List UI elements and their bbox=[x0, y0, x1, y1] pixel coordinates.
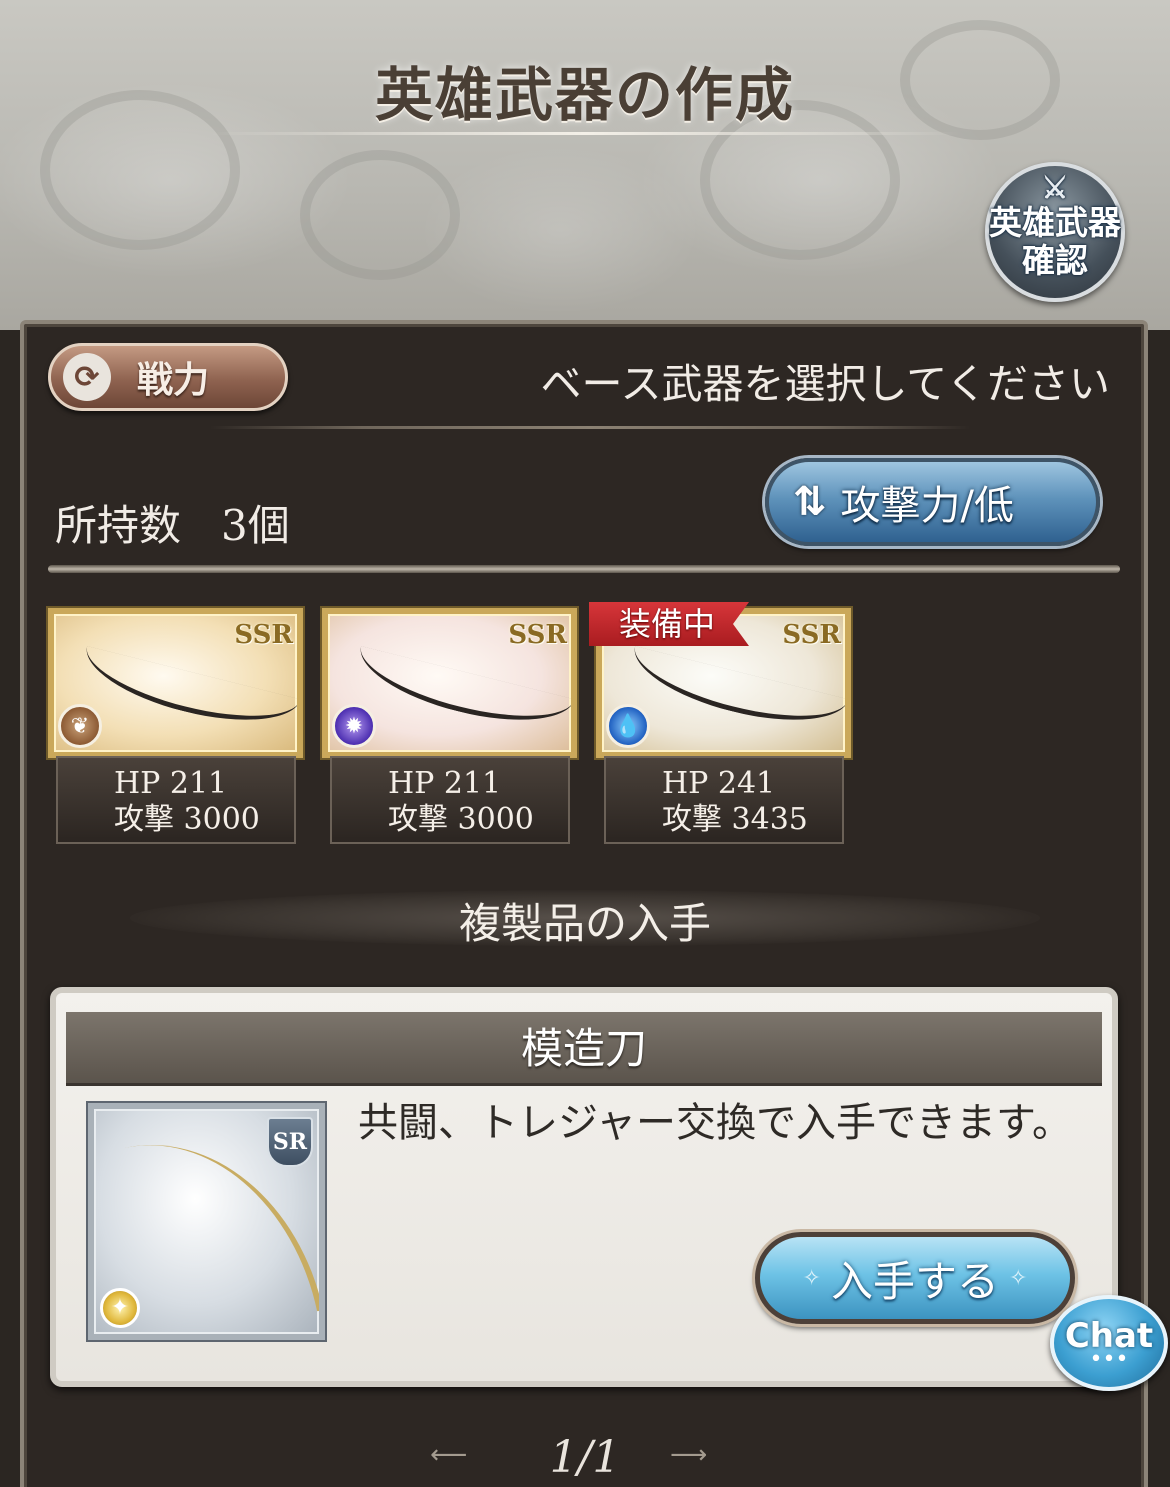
sort-arrows-icon: ⇅ bbox=[793, 479, 827, 525]
replica-description: 共闘、トレジャー交換で入手できます。 bbox=[358, 1100, 1072, 1146]
obtain-button[interactable]: ✧ 入手する ✧ bbox=[755, 1232, 1075, 1324]
ornament-left-icon: ✧ bbox=[802, 1265, 821, 1291]
water-element-icon: 💧 bbox=[606, 704, 650, 748]
replica-thumbnail: SR ✦ bbox=[88, 1103, 325, 1340]
hero-check-label-line1: 英雄武器 bbox=[989, 203, 1121, 242]
rarity-badge: SSR bbox=[782, 620, 841, 650]
weapon-card[interactable]: SSR ❦ HP 211 攻撃 3000 bbox=[48, 608, 303, 844]
replica-name: 模造刀 bbox=[520, 1024, 647, 1073]
sr-rarity-badge: SR bbox=[267, 1117, 313, 1167]
power-label: 戦力 bbox=[137, 360, 210, 401]
ornament-swirl bbox=[300, 150, 460, 280]
katana-image bbox=[625, 645, 845, 739]
weapon-thumbnail: SSR ✹ bbox=[322, 608, 577, 758]
weapon-attack: 攻撃 3000 bbox=[388, 802, 534, 837]
sort-button[interactable]: ⇅ 攻撃力/低 bbox=[765, 458, 1100, 546]
title-divider bbox=[210, 132, 960, 135]
equipped-badge: 装備中 bbox=[589, 602, 749, 646]
page-indicator: 1/1 bbox=[549, 1432, 621, 1483]
weapon-card[interactable]: SSR ✹ HP 211 攻撃 3000 bbox=[322, 608, 577, 844]
obtain-label: 入手する bbox=[830, 1256, 999, 1306]
light-element-icon: ✦ bbox=[100, 1288, 140, 1328]
chat-dots-icon: ••• bbox=[1089, 1347, 1129, 1372]
sort-label: 攻撃力/低 bbox=[840, 483, 1014, 529]
owned-value: 3個 bbox=[221, 501, 290, 550]
hero-weapon-check-button[interactable]: ⚔ 英雄武器 確認 bbox=[985, 162, 1125, 302]
page-title: 英雄武器の作成 bbox=[374, 61, 795, 129]
weapon-thumbnail: SSR ❦ bbox=[48, 608, 303, 758]
replica-section-title: 複製品の入手 bbox=[458, 899, 711, 948]
weapon-stats: HP 211 攻撃 3000 bbox=[330, 756, 570, 844]
weapon-stats: HP 241 攻撃 3435 bbox=[604, 756, 844, 844]
katana-image bbox=[351, 645, 571, 739]
owned-label: 所持数 bbox=[55, 501, 182, 550]
rarity-badge: SSR bbox=[234, 620, 293, 650]
weapon-attack: 攻撃 3435 bbox=[662, 802, 808, 837]
weapon-hp: HP 211 bbox=[114, 766, 228, 801]
dark-element-icon: ✹ bbox=[332, 704, 376, 748]
weapon-hp: HP 211 bbox=[388, 766, 502, 801]
cycle-icon: ⟳ bbox=[63, 353, 111, 401]
ornament-right-icon: ✧ bbox=[1009, 1265, 1028, 1291]
wind-element-icon: ❦ bbox=[58, 704, 102, 748]
power-toggle-button[interactable]: ⟳ 戦力 bbox=[48, 343, 288, 411]
select-base-weapon-prompt: ベース武器を選択してください bbox=[540, 360, 1111, 408]
weapon-attack: 攻撃 3000 bbox=[114, 802, 260, 837]
pager-ornament-right-icon: ⟶ bbox=[670, 1440, 708, 1470]
list-divider bbox=[48, 565, 1120, 573]
owned-count: 所持数 3個 bbox=[55, 492, 290, 553]
hero-check-label-line2: 確認 bbox=[1022, 241, 1088, 280]
chat-button[interactable]: Chat ••• bbox=[1050, 1295, 1168, 1391]
weapon-stats: HP 211 攻撃 3000 bbox=[56, 756, 296, 844]
rarity-badge: SSR bbox=[508, 620, 567, 650]
weapon-hp: HP 241 bbox=[662, 766, 776, 801]
prompt-divider bbox=[210, 426, 970, 429]
katana-image bbox=[77, 645, 297, 739]
